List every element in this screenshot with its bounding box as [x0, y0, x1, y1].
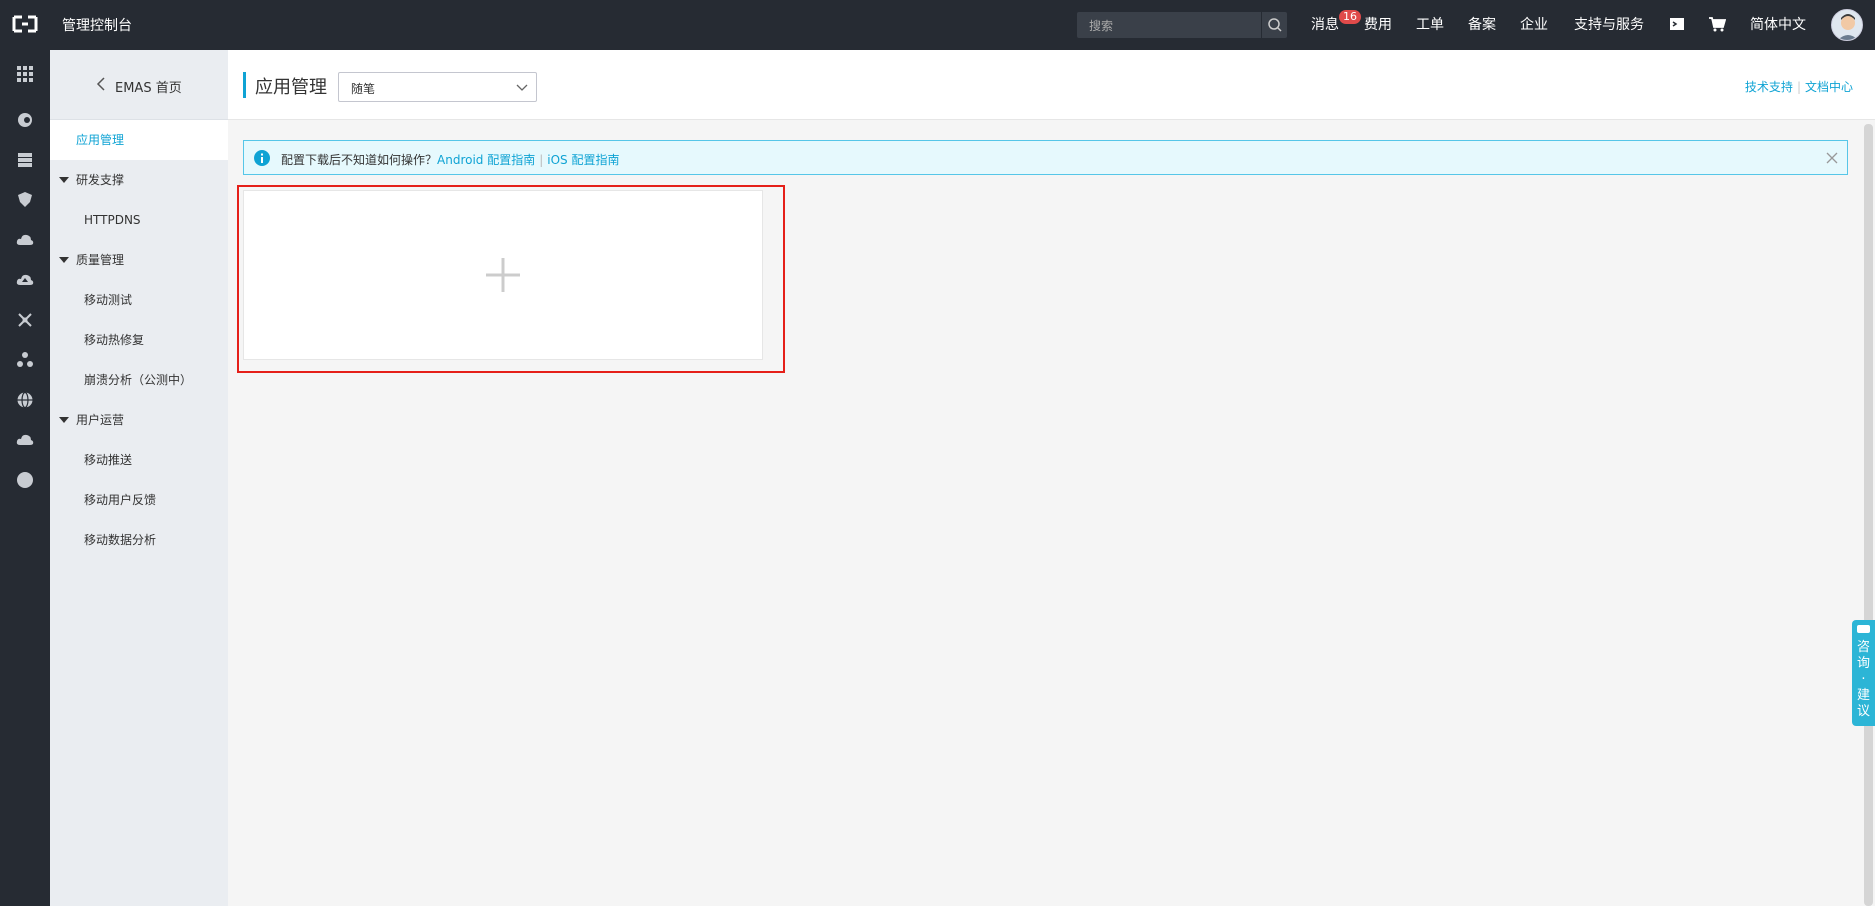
- nav-billing[interactable]: 费用: [1364, 0, 1392, 50]
- ios-guide-link[interactable]: iOS 配置指南: [547, 153, 619, 167]
- caret-down-icon: [59, 177, 69, 183]
- nav-messages[interactable]: 消息: [1311, 0, 1339, 50]
- terminal-icon[interactable]: [1669, 16, 1685, 32]
- close-icon[interactable]: [1825, 151, 1839, 165]
- app-select-value: 随笔: [351, 82, 376, 96]
- sidebar-item-push[interactable]: 移动推送: [50, 440, 228, 480]
- feedback-tab-label: 咨询·建议: [1856, 640, 1870, 719]
- search-placeholder: 搜索: [1089, 19, 1114, 33]
- icon-rail: [0, 50, 50, 906]
- cart-icon[interactable]: [1708, 16, 1726, 32]
- shield-icon[interactable]: [16, 191, 34, 209]
- android-guide-link[interactable]: Android 配置指南: [437, 153, 535, 167]
- search-button[interactable]: [1261, 12, 1287, 38]
- nav-icp[interactable]: 备案: [1468, 0, 1496, 50]
- globe-icon[interactable]: [16, 391, 34, 409]
- plus-icon: [486, 258, 520, 292]
- sidebar-item-hotfix[interactable]: 移动热修复: [50, 320, 228, 360]
- config-guide-alert: 配置下载后不知道如何操作？Android 配置指南 | iOS 配置指南: [243, 140, 1848, 175]
- nav-tickets[interactable]: 工单: [1416, 0, 1444, 50]
- caret-down-icon: [59, 417, 69, 423]
- nav-support[interactable]: 支持与服务: [1574, 0, 1644, 50]
- group-label: 研发支撑: [76, 173, 125, 187]
- tech-support-link[interactable]: 技术支持: [1745, 80, 1793, 94]
- group-label: 用户运营: [76, 413, 125, 427]
- page-title: 应用管理: [255, 77, 327, 98]
- alert-message: 配置下载后不知道如何操作？: [281, 153, 438, 167]
- sidebar-item-crash-analysis[interactable]: 崩溃分析（公测中）: [50, 360, 228, 400]
- consult-feedback-tab[interactable]: 咨询·建议: [1852, 620, 1875, 726]
- console-title[interactable]: 管理控制台: [62, 15, 132, 35]
- top-bar: 管理控制台 搜索 消息 16 费用 工单 备案 企业 支持与服务 简体中文: [0, 0, 1875, 50]
- back-to-emas-home[interactable]: EMAS 首页: [50, 50, 228, 120]
- user-avatar[interactable]: [1831, 9, 1863, 41]
- search-box[interactable]: 搜索: [1077, 12, 1287, 38]
- page-header: 应用管理 随笔 技术支持 | 文档中心: [228, 50, 1875, 120]
- search-icon: [1268, 18, 1282, 32]
- nodes-icon[interactable]: [16, 351, 34, 369]
- group-label: 质量管理: [76, 253, 125, 267]
- sidebar-group-dev[interactable]: 研发支撑: [50, 160, 228, 200]
- chat-icon: [1857, 625, 1870, 633]
- sidebar-item-analytics[interactable]: 移动数据分析: [50, 520, 228, 560]
- cloud-icon[interactable]: [16, 231, 34, 249]
- nav-language[interactable]: 简体中文: [1750, 0, 1806, 50]
- back-label: EMAS 首页: [115, 81, 182, 96]
- sidebar-item-httpdns[interactable]: HTTPDNS: [50, 200, 228, 240]
- network-icon[interactable]: [16, 311, 34, 329]
- sidebar-group-ops[interactable]: 用户运营: [50, 400, 228, 440]
- apps-grid-icon[interactable]: [16, 65, 34, 83]
- sidebar-group-quality[interactable]: 质量管理: [50, 240, 228, 280]
- link-divider: |: [539, 153, 544, 167]
- link-divider: |: [1796, 80, 1801, 94]
- refresh-cloud-icon[interactable]: [16, 431, 34, 449]
- sidebar-item-app-management[interactable]: 应用管理: [50, 120, 228, 160]
- secondary-sidebar: EMAS 首页 应用管理 研发支撑 HTTPDNS 质量管理 移动测试 移动热修…: [50, 50, 228, 906]
- alert-text: 配置下载后不知道如何操作？Android 配置指南 | iOS 配置指南: [281, 151, 620, 168]
- header-links: 技术支持 | 文档中心: [1745, 78, 1853, 95]
- caret-down-icon: [59, 257, 69, 263]
- cloud-upload-icon[interactable]: [16, 271, 34, 289]
- app-select[interactable]: 随笔: [338, 72, 537, 102]
- circle-icon[interactable]: [16, 471, 34, 489]
- chevron-left-icon: [96, 77, 105, 91]
- title-accent-bar: [243, 72, 246, 98]
- sidebar-item-mobile-test[interactable]: 移动测试: [50, 280, 228, 320]
- docs-center-link[interactable]: 文档中心: [1805, 80, 1853, 94]
- chevron-down-icon: [516, 84, 528, 91]
- sidebar-item-feedback[interactable]: 移动用户反馈: [50, 480, 228, 520]
- logo-icon[interactable]: [12, 14, 38, 34]
- database-icon[interactable]: [16, 151, 34, 169]
- avatar-icon: [1832, 10, 1862, 40]
- messages-badge: 16: [1339, 10, 1361, 24]
- vertical-scrollbar[interactable]: [1864, 124, 1873, 906]
- info-icon: [254, 150, 270, 166]
- nav-enterprise[interactable]: 企业: [1520, 0, 1548, 50]
- add-app-card[interactable]: [243, 190, 763, 360]
- cloud-server-icon[interactable]: [16, 111, 34, 129]
